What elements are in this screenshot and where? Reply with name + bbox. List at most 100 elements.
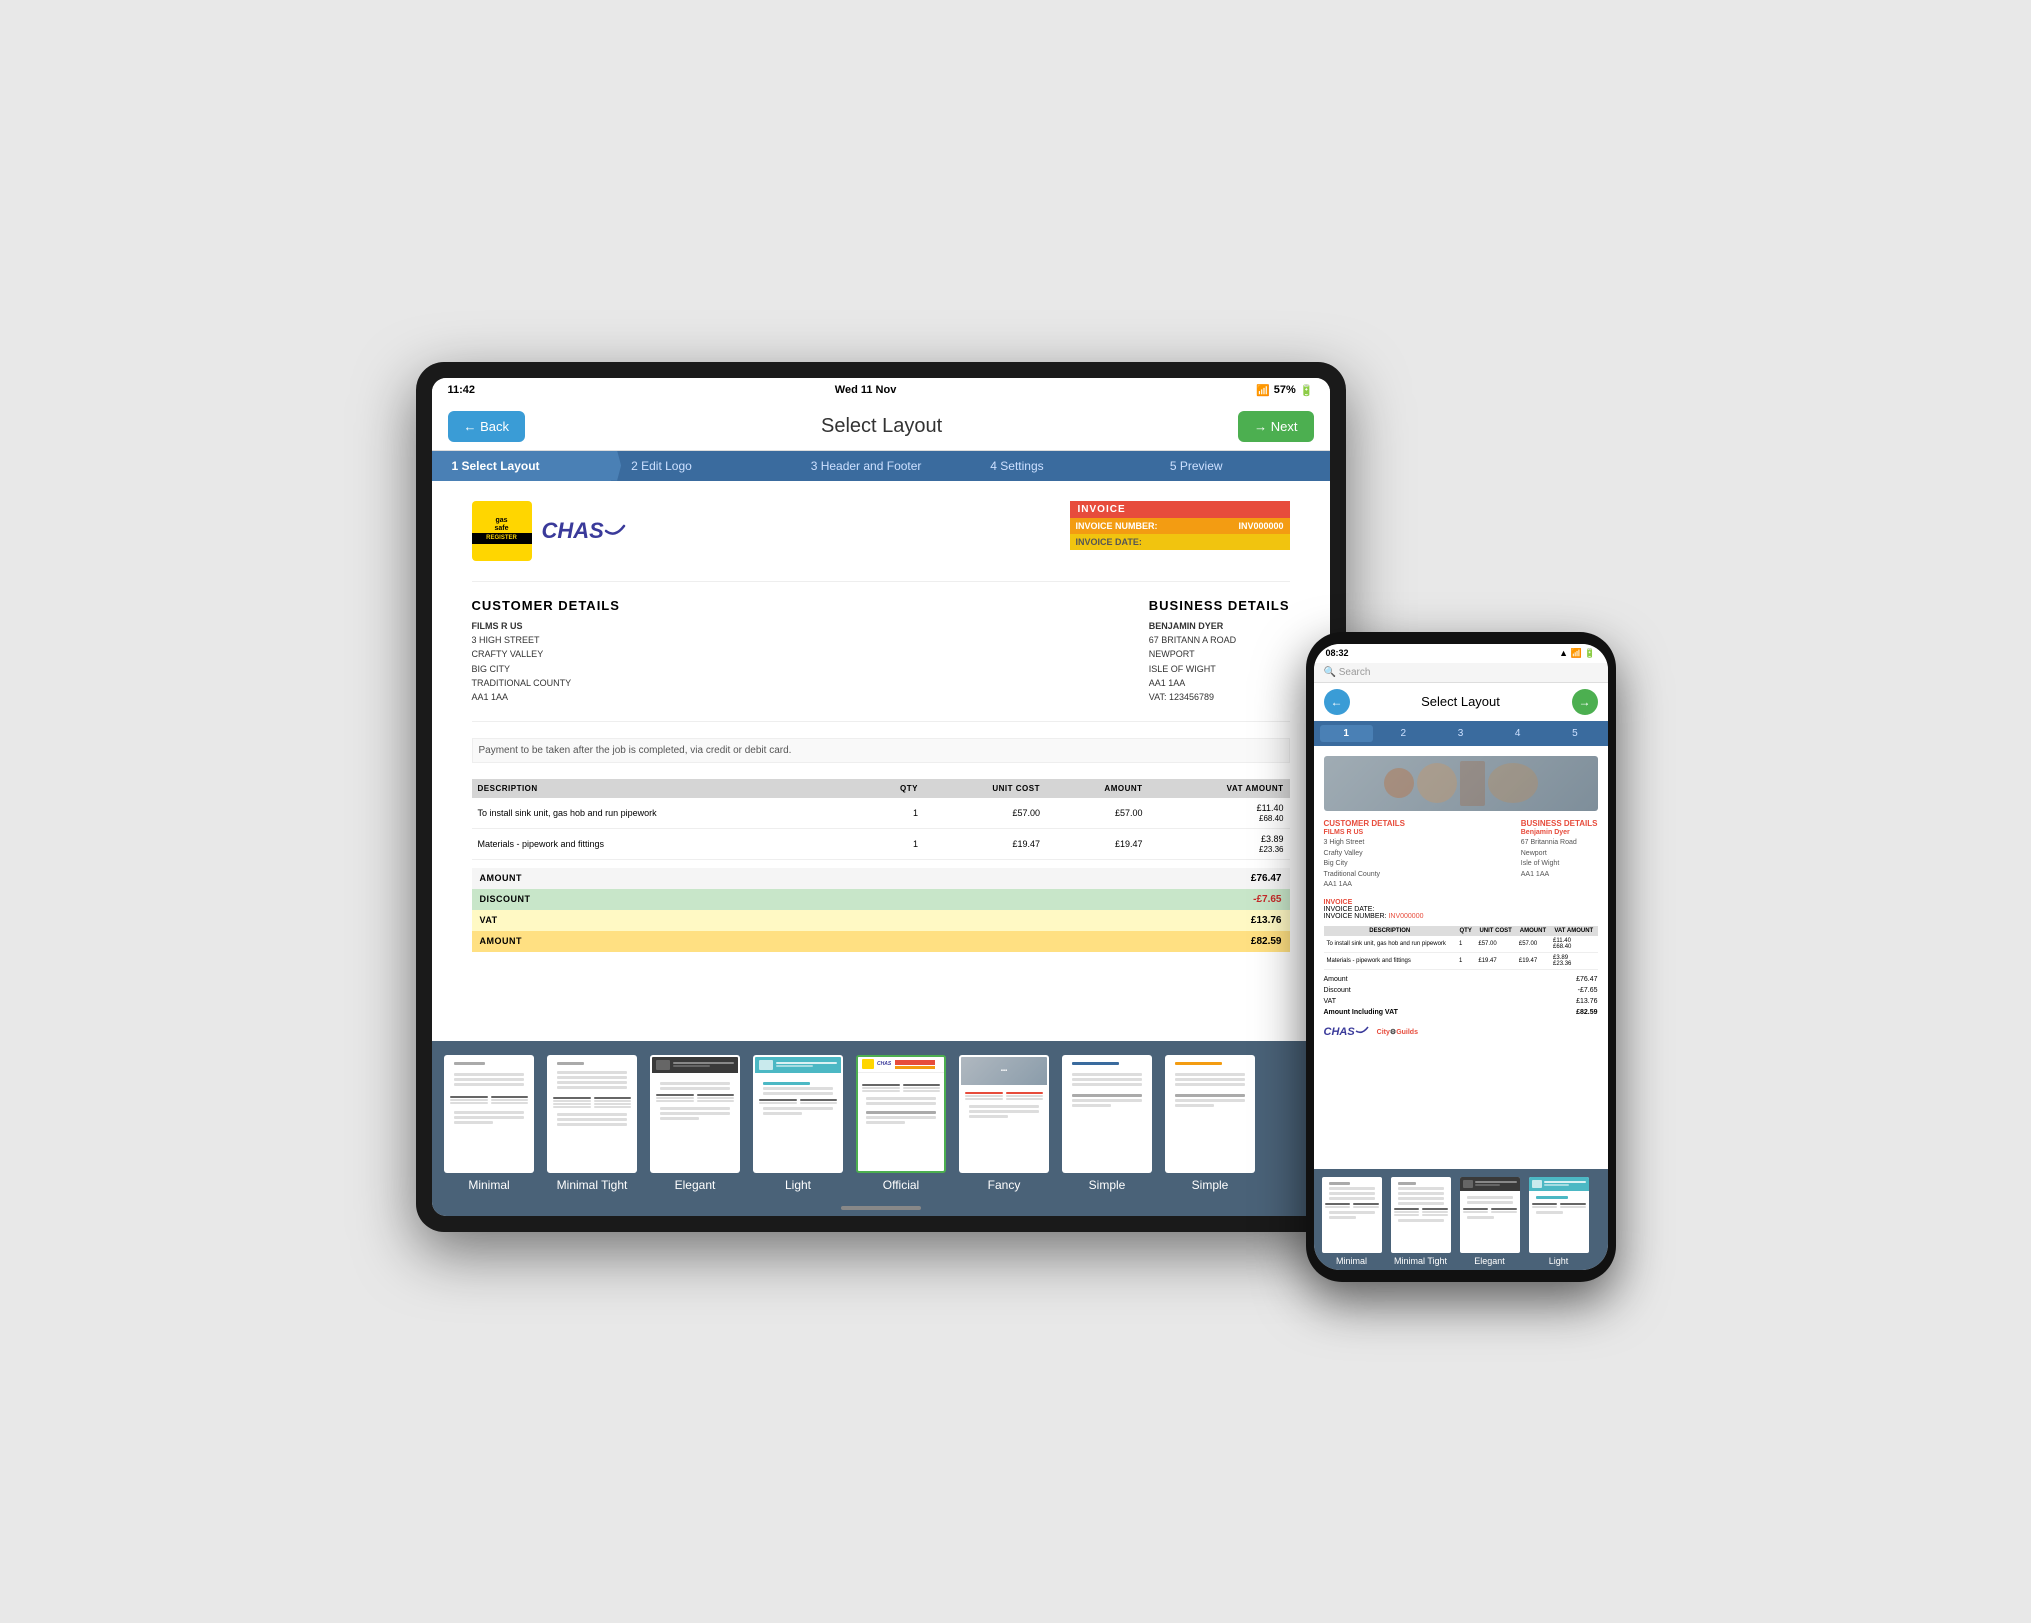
business-details: BUSINESS DETAILS BENJAMIN DYER 67 BRITAN… — [1149, 598, 1290, 705]
invoice-table: DESCRIPTION QTY UNIT COST AMOUNT VAT AMO… — [472, 779, 1290, 860]
tablet-time: 11:42 — [448, 384, 476, 396]
payment-note: Payment to be taken after the job is com… — [472, 738, 1290, 763]
table-row: Materials - pipework and fittings 1 £19.… — [472, 828, 1290, 859]
chas-logo: CHAS — [542, 518, 626, 544]
layout-thumb-simple2 — [1165, 1055, 1255, 1173]
phone-back-button[interactable]: ← — [1324, 689, 1350, 715]
phone-step-3[interactable]: 3 — [1434, 725, 1487, 742]
phone-layout-thumb-light — [1529, 1177, 1589, 1253]
layout-label-simple2: Simple — [1192, 1178, 1229, 1192]
progress-step-5[interactable]: 5 Preview — [1150, 451, 1330, 481]
phone-layout-label-elegant: Elegant — [1474, 1256, 1505, 1266]
invoice-badge-title: INVOICE — [1070, 501, 1290, 518]
gas-safe-logo: gassafe REGISTER — [472, 501, 532, 561]
phone-customer-details: CUSTOMER DETAILS FILMS R US3 High Street… — [1324, 819, 1405, 891]
progress-bar: 1 Select Layout 2 Edit Logo 3 Header and… — [432, 451, 1330, 481]
layout-thumb-fancy: ▪▪▪ — [959, 1055, 1049, 1173]
customer-details: CUSTOMER DETAILS FILMS R US 3 HIGH STREE… — [472, 598, 620, 705]
invoice-details-row: CUSTOMER DETAILS FILMS R US 3 HIGH STREE… — [472, 581, 1290, 722]
layout-thumb-official: CHAS — [856, 1055, 946, 1173]
layout-item-elegant[interactable]: Elegant — [648, 1055, 743, 1192]
phone-layout-item-elegant[interactable]: Elegant — [1458, 1177, 1522, 1266]
table-row: To install sink unit, gas hob and run pi… — [472, 798, 1290, 829]
customer-name: FILMS R US — [472, 619, 620, 633]
layout-thumb-light — [753, 1055, 843, 1173]
layout-item-minimal[interactable]: Minimal — [442, 1055, 537, 1192]
layout-label-official: Official — [883, 1178, 919, 1192]
business-address: 67 BRITANN A ROADNEWPORTISLE OF WIGHTAA1… — [1149, 633, 1290, 705]
phone-business-details: BUSINESS DETAILS Benjamin Dyer67 Britann… — [1521, 819, 1598, 881]
phone-steps: 1 2 3 4 5 — [1314, 721, 1608, 746]
invoice-number-row: INVOICE NUMBER: INV000000 — [1070, 518, 1290, 534]
layout-item-simple2[interactable]: Simple — [1163, 1055, 1258, 1192]
back-button[interactable]: ← Back — [448, 411, 526, 442]
phone-time: 08:32 — [1326, 648, 1349, 659]
phone-layout-thumb-minimal-tight — [1391, 1177, 1451, 1253]
phone-signal: ▲ 📶 🔋 — [1559, 648, 1595, 659]
layout-label-elegant: Elegant — [675, 1178, 716, 1192]
layout-item-light[interactable]: Light — [751, 1055, 846, 1192]
totals-discount-row: DISCOUNT -£7.65 — [472, 889, 1290, 910]
phone-invoice-table: DESCRIPTION QTY UNIT COST AMOUNT VAT AMO… — [1324, 926, 1598, 970]
table-row: To install sink unit, gas hob and run pi… — [1324, 936, 1598, 953]
layout-label-light: Light — [785, 1178, 811, 1192]
phone-layout-item-minimal[interactable]: Minimal — [1320, 1177, 1384, 1266]
phone-step-2[interactable]: 2 — [1377, 725, 1430, 742]
table-row: Materials - pipework and fittings 1 £19.… — [1324, 952, 1598, 969]
chas-checkmark — [604, 524, 626, 538]
layout-label-fancy: Fancy — [988, 1178, 1021, 1192]
phone-step-4[interactable]: 4 — [1491, 725, 1544, 742]
layout-thumb-simple — [1062, 1055, 1152, 1173]
layout-item-simple[interactable]: Simple — [1060, 1055, 1155, 1192]
tablet-status-bar: 11:42 Wed 11 Nov 📶 57% 🔋 — [432, 378, 1330, 403]
tablet: 11:42 Wed 11 Nov 📶 57% 🔋 ← Back Select L… — [416, 362, 1346, 1232]
progress-step-1[interactable]: 1 Select Layout — [432, 451, 612, 481]
invoice-header-row: gassafe REGISTER CHAS INVOICE — [472, 501, 1290, 561]
tablet-header: ← Back Select Layout → Next — [432, 403, 1330, 451]
phone-status-bar: 08:32 ▲ 📶 🔋 — [1314, 644, 1608, 663]
invoice-preview: gassafe REGISTER CHAS INVOICE — [432, 481, 1330, 1041]
invoice-badge-area: INVOICE INVOICE NUMBER: INV000000 INVOIC… — [1070, 501, 1290, 561]
phone-layout-item-light[interactable]: Light — [1527, 1177, 1591, 1266]
layout-item-fancy[interactable]: ▪▪▪ Fancy — [957, 1055, 1052, 1192]
phone-screen: 08:32 ▲ 📶 🔋 🔍 Search ← Select Layout → 1… — [1314, 644, 1608, 1270]
layout-item-minimal-tight[interactable]: Minimal Tight — [545, 1055, 640, 1192]
totals-total-row: AMOUNT £82.59 — [472, 931, 1290, 952]
phone-inv-logos: CHAS City⚙Guilds — [1324, 1026, 1598, 1038]
layout-thumb-minimal — [444, 1055, 534, 1173]
phone-invoice-preview: CUSTOMER DETAILS FILMS R US3 High Street… — [1314, 746, 1608, 1169]
progress-step-2[interactable]: 2 Edit Logo — [611, 451, 791, 481]
phone-step-1[interactable]: 1 — [1320, 725, 1373, 742]
phone-layout-label-minimal: Minimal — [1336, 1256, 1367, 1266]
totals-vat-row: VAT £13.76 — [472, 910, 1290, 931]
phone-layout-thumb-minimal — [1322, 1177, 1382, 1253]
progress-step-3[interactable]: 3 Header and Footer — [791, 451, 971, 481]
layout-item-official[interactable]: CHAS Official — [854, 1055, 949, 1192]
next-button[interactable]: → Next — [1238, 411, 1313, 442]
phone-layout-label-minimal-tight: Minimal Tight — [1394, 1256, 1447, 1266]
layout-label-minimal-tight: Minimal Tight — [557, 1178, 628, 1192]
scene: 11:42 Wed 11 Nov 📶 57% 🔋 ← Back Select L… — [416, 362, 1616, 1262]
phone-inv-header: CUSTOMER DETAILS FILMS R US3 High Street… — [1324, 819, 1598, 891]
phone-search-bar: 🔍 Search — [1314, 663, 1608, 683]
phone-header: ← Select Layout → — [1314, 683, 1608, 721]
phone-layout-thumb-elegant — [1460, 1177, 1520, 1253]
phone-next-button[interactable]: → — [1572, 689, 1598, 715]
scroll-pill — [841, 1206, 921, 1210]
phone-step-5[interactable]: 5 — [1548, 725, 1601, 742]
phone-invoice-img-top — [1324, 756, 1598, 811]
scroll-indicator — [432, 1200, 1330, 1216]
page-title: Select Layout — [821, 415, 942, 438]
layout-thumb-elegant — [650, 1055, 740, 1173]
layout-label-minimal: Minimal — [468, 1178, 509, 1192]
phone-page-title: Select Layout — [1421, 694, 1500, 709]
phone-invoice-totals: Amount£76.47 Discount-£7.65 VAT£13.76 Am… — [1324, 974, 1598, 1018]
layout-strip: Minimal M — [432, 1041, 1330, 1200]
progress-step-4[interactable]: 4 Settings — [970, 451, 1150, 481]
phone-layout-strip: Minimal Minimal Tight — [1314, 1169, 1608, 1270]
layout-label-simple: Simple — [1089, 1178, 1126, 1192]
phone-layout-item-minimal-tight[interactable]: Minimal Tight — [1389, 1177, 1453, 1266]
layout-thumb-minimal-tight — [547, 1055, 637, 1173]
totals-amount-row: AMOUNT £76.47 — [472, 868, 1290, 889]
totals-table: AMOUNT £76.47 DISCOUNT -£7.65 VAT £13.76 — [472, 868, 1290, 952]
